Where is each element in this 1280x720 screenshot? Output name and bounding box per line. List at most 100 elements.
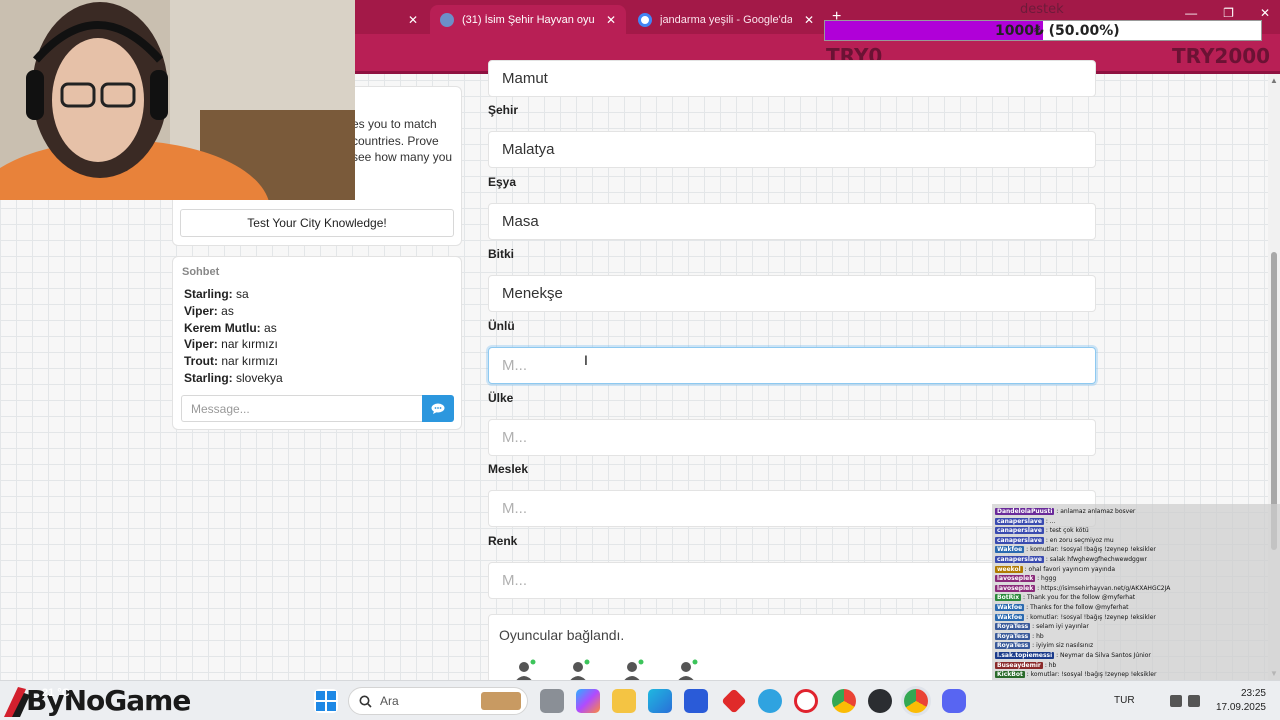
chat-message: Viper: nar kırmızı	[184, 336, 283, 353]
close-icon[interactable]: ✕	[804, 13, 814, 27]
stream-chat-user: Wakfoe	[995, 613, 1025, 621]
field-label: Ünlü	[488, 319, 515, 333]
stream-chat-line: DandelolaPuusti : anlamaz anlamaz bosver	[995, 508, 1136, 515]
stream-chat-line: canaperslave : test çok kötü	[995, 527, 1089, 535]
chat-message-text: sa	[236, 287, 249, 301]
chat-message-text: as	[264, 320, 277, 335]
app-blue-icon[interactable]	[758, 689, 782, 713]
close-icon[interactable]: ✕	[606, 13, 616, 27]
intro-line: see how many you	[352, 150, 453, 164]
stream-chat-text: salak hfwghewgfhechwewdggwr	[1049, 556, 1148, 563]
stream-chat-user: RoyaTess	[995, 642, 1031, 650]
browser-tab-1[interactable]: ✕	[356, 5, 426, 34]
taskbar-search[interactable]: Ara	[348, 687, 528, 715]
chat-message-input[interactable]	[181, 395, 422, 422]
answer-input[interactable]	[488, 60, 1096, 97]
players-status: Oyuncular bağlandı.	[499, 627, 625, 643]
chat-message: Viper: as	[184, 303, 283, 320]
stream-chat-text: anlamaz anlamaz bosver	[1060, 508, 1136, 515]
discord-icon[interactable]	[942, 689, 966, 713]
stream-chat-line: canaperslave : en zoru seçmiyoz mu	[995, 536, 1114, 544]
task-view-icon[interactable]	[540, 689, 564, 713]
stream-chat-user: KickBot	[995, 671, 1025, 679]
stream-chat-line: weekol : ohal favori yayıncım yayında	[995, 565, 1116, 573]
stream-chat-user: Wakfoe	[995, 546, 1025, 554]
stream-chat-line: BotRix : Thank you for the follow @myfer…	[995, 594, 1136, 602]
copilot-icon[interactable]	[576, 689, 600, 713]
stream-chat-text: komutlar: !sosyal !bağış !zeynep !eksikl…	[1030, 546, 1156, 554]
answer-input[interactable]	[488, 203, 1096, 240]
text-cursor-icon: I	[584, 352, 588, 368]
donation-progress-bar: 1000₺ (50.00%)	[824, 20, 1262, 41]
stream-chat-text: komutlar: !sosyal !bağış !zeynep !eksikl…	[1030, 671, 1157, 679]
chat-message-text: as	[221, 303, 234, 318]
chat-message-user: Starling:	[184, 287, 233, 301]
edge-icon[interactable]	[648, 689, 672, 713]
city-knowledge-button[interactable]: Test Your City Knowledge!	[180, 209, 454, 237]
stream-chat-line: Wakfoe : komutlar: !sosyal !bağış !zeyne…	[995, 546, 1156, 554]
chat-message-list: Starling: sa Viper: as Kerem Mutlu: as Vipe…	[184, 286, 283, 387]
stream-chat-line: lavoseplek : https://isimsehirhayvan.net…	[995, 584, 1171, 592]
donation-title: destek	[1020, 2, 1064, 17]
stream-chat-overlay: DandelolaPuusti : anlamaz anlamaz bosver…	[992, 504, 1280, 680]
search-icon	[359, 695, 372, 708]
stream-chat-user: RoyaTess	[995, 632, 1031, 640]
stream-chat-user: canaperslave	[995, 517, 1044, 525]
stream-chat-text: Thank you for the follow @myferhat	[1026, 594, 1136, 602]
tab-label: jandarma yeşili - Google'da Ara	[660, 13, 792, 26]
store-icon[interactable]	[684, 689, 708, 713]
clock-time: 23:25	[1240, 688, 1266, 699]
scroll-up-icon[interactable]: ▲	[1270, 76, 1278, 85]
tab-label: (31) İsim Şehir Hayvan oyununa	[462, 13, 594, 26]
obs-icon[interactable]	[868, 689, 892, 713]
chat-bubble-icon	[431, 403, 445, 414]
speaker-icon[interactable]	[1170, 695, 1182, 707]
stream-chat-line: Wakfoe : Thanks for the follow @myferhat	[995, 604, 1129, 611]
field-label: Renk	[488, 534, 518, 548]
browser-tab-2[interactable]: (31) İsim Şehir Hayvan oyununa ✕	[430, 5, 626, 34]
stream-chat-text: selam iyi yayınlar	[1036, 623, 1089, 631]
answer-input[interactable]	[488, 419, 1096, 456]
field-label: Bitki	[488, 247, 515, 261]
window-controls: — ❐ ✕	[1185, 6, 1270, 20]
stream-chat-line: lavoseplek : hggg	[995, 575, 1057, 583]
chat-message: Starling: slovekya	[184, 370, 283, 387]
close-icon[interactable]: ✕	[408, 13, 418, 27]
chrome-icon[interactable]	[832, 689, 856, 713]
browser-tab-3[interactable]: jandarma yeşili - Google'da Ara ✕	[628, 5, 824, 34]
stream-chat-text: Thanks for the follow @myferhat	[1030, 604, 1129, 611]
stream-chat-text: test çok kötü	[1049, 527, 1089, 535]
stream-chat-user: canaperslave	[995, 527, 1044, 535]
chat-title: Sohbet	[182, 266, 220, 278]
stream-chat-user: RoyaTess	[995, 623, 1031, 631]
google-icon	[638, 12, 652, 27]
answer-input[interactable]	[488, 275, 1096, 312]
answer-input[interactable]	[488, 131, 1096, 168]
weather-widget[interactable]: 21 °C	[42, 687, 70, 699]
field-label: Ülke	[488, 391, 514, 405]
chat-send-button[interactable]	[422, 395, 454, 422]
stream-chat-user: Buseaydemir	[995, 661, 1043, 669]
language-indicator[interactable]: TUR	[1114, 695, 1135, 706]
maximize-icon[interactable]: ❐	[1223, 6, 1234, 20]
donation-progress-text: 1000₺ (50.00%)	[995, 23, 1120, 39]
battery-icon[interactable]	[1188, 695, 1200, 707]
stream-chat-line: canaperslave : ...	[995, 517, 1056, 525]
search-placeholder: Ara	[380, 694, 399, 708]
opera-icon[interactable]	[794, 689, 818, 713]
clock[interactable]: 23:25 17.09.2025	[1212, 687, 1266, 715]
app-red-diamond-icon[interactable]	[721, 688, 747, 714]
close-window-icon[interactable]: ✕	[1260, 6, 1270, 20]
windows-start-icon[interactable]	[314, 689, 338, 713]
intro-line: es you to match	[352, 117, 437, 131]
minimize-icon[interactable]: —	[1185, 6, 1197, 20]
stream-chat-text: ohal favori yayıncım yayında	[1028, 565, 1116, 573]
field-label: Şehir	[488, 103, 519, 117]
chat-message-user: Kerem Mutlu:	[184, 320, 261, 335]
chat-message-user: Trout:	[184, 354, 218, 369]
file-explorer-icon[interactable]	[612, 689, 636, 713]
answer-input[interactable]	[488, 347, 1096, 384]
clock-date: 17.09.2025	[1215, 702, 1266, 713]
chrome-active-icon[interactable]	[904, 689, 928, 713]
chat-message-user: Starling:	[184, 370, 233, 385]
